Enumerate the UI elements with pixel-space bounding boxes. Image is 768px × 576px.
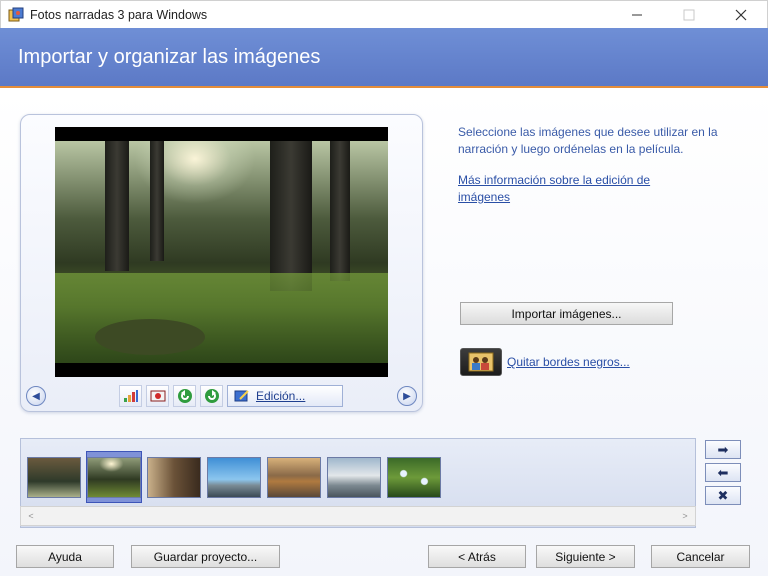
arrow-right-icon: ➡ (717, 441, 729, 457)
thumbnail-item[interactable] (386, 451, 442, 503)
chevron-right-icon: ▶ (403, 390, 411, 402)
image-tools: Edición... (119, 384, 343, 408)
edit-icon (234, 390, 249, 402)
auto-correct-icon (123, 390, 138, 402)
import-images-button[interactable]: Importar imágenes... (460, 302, 673, 325)
rotate-right-button[interactable] (200, 385, 223, 407)
save-project-button[interactable]: Guardar proyecto... (131, 545, 280, 568)
wizard-header: Importar y organizar las imágenes (0, 28, 768, 88)
thumbnail-item[interactable] (26, 451, 82, 503)
scroll-right-arrow-icon[interactable]: > (678, 509, 692, 523)
move-left-button[interactable]: ⬅ (705, 463, 741, 482)
window-title: Fotos narradas 3 para Windows (30, 7, 208, 22)
remove-black-borders-link[interactable]: Quitar bordes negros... (507, 355, 630, 369)
scroll-left-arrow-icon[interactable]: < (24, 509, 38, 523)
remove-black-borders-button[interactable] (460, 348, 502, 376)
previous-image-button[interactable]: ◀ (26, 386, 46, 406)
help-button[interactable]: Ayuda (16, 545, 114, 568)
cancel-button[interactable]: Cancelar (651, 545, 750, 568)
instructions-text: Seleccione las imágenes que desee utiliz… (458, 125, 718, 156)
thumbnail-item[interactable] (206, 451, 262, 503)
photo-story-icon (8, 7, 24, 23)
close-button[interactable] (715, 1, 767, 29)
chevron-left-icon: ◀ (32, 390, 40, 402)
rotate-left-icon (177, 389, 192, 403)
thumbnail-item[interactable] (326, 451, 382, 503)
minimize-button[interactable] (611, 1, 663, 29)
more-info-link[interactable]: Más información sobre la edición de imág… (458, 172, 698, 206)
back-button[interactable]: < Atrás (428, 545, 526, 568)
next-button[interactable]: Siguiente > (536, 545, 635, 568)
wizard-body: ◀ ▶ Edición... Seleccione las imágenes q… (0, 90, 768, 576)
move-right-button[interactable]: ➡ (705, 440, 741, 459)
photo-frame (55, 127, 388, 377)
edit-button-label: Edición... (256, 389, 306, 403)
auto-correct-button[interactable] (119, 385, 142, 407)
red-eye-icon (150, 390, 165, 402)
thumbnail-item[interactable] (266, 451, 322, 503)
preview-image (55, 141, 388, 363)
remove-borders-icon (468, 352, 494, 372)
edit-button[interactable]: Edición... (227, 385, 343, 407)
rotate-right-icon (204, 389, 219, 403)
arrow-left-icon: ⬅ (717, 464, 729, 480)
filmstrip-scrollbar[interactable]: < > (20, 506, 696, 526)
delete-image-button[interactable]: ✖ (705, 486, 741, 505)
image-preview-panel: ◀ ▶ Edición... (20, 114, 423, 412)
next-image-button[interactable]: ▶ (397, 386, 417, 406)
thumbnail-item-selected[interactable] (86, 451, 142, 503)
red-eye-button[interactable] (146, 385, 169, 407)
maximize-button (663, 1, 715, 29)
rotate-left-button[interactable] (173, 385, 196, 407)
delete-x-icon: ✖ (717, 487, 729, 503)
page-title: Importar y organizar las imágenes (18, 46, 321, 68)
thumbnail-item[interactable] (146, 451, 202, 503)
title-bar: Fotos narradas 3 para Windows (0, 0, 768, 28)
